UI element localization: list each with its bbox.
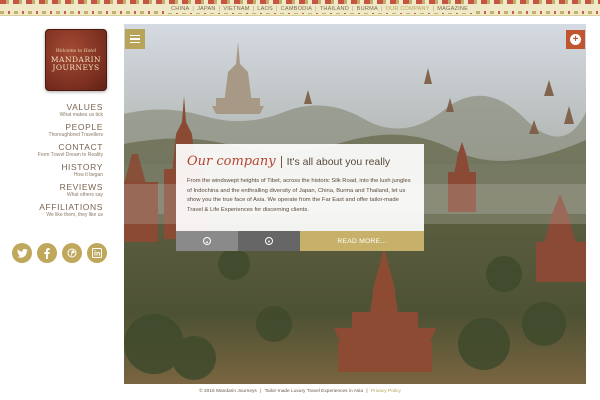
facebook-icon[interactable] [37, 243, 57, 263]
hamburger-icon-bar [130, 34, 140, 37]
top-navigation: CHINA | JAPAN | VIETNAM | LAOS | CAMBODI… [165, 4, 475, 13]
side-item-title: AFFILIATIONS [39, 202, 103, 212]
card-body-text: From the windswept heights of Tibet, acr… [187, 178, 411, 213]
previous-slide-button[interactable]: ▲ [176, 231, 238, 251]
side-item-history[interactable]: HISTORY How it began [23, 163, 103, 179]
card-title: Our company [187, 154, 276, 169]
card-heading: Our company It's all about you really [187, 154, 414, 169]
side-item-values[interactable]: VALUES What makes us tick [23, 103, 103, 119]
side-item-title: REVIEWS [59, 182, 103, 192]
side-item-title: PEOPLE [65, 122, 103, 132]
footer-copyright: © 2016 Mandarin Journeys [199, 389, 257, 394]
hamburger-icon-bar [130, 41, 140, 44]
twitter-icon[interactable] [12, 243, 32, 263]
side-item-affiliations[interactable]: AFFILIATIONS We like them, they like us [23, 203, 103, 219]
nav-burma[interactable]: BURMA [354, 6, 381, 12]
read-more-button[interactable]: READ MORE... [300, 231, 424, 251]
side-item-subtitle: We like them, they like us [46, 212, 103, 218]
social-links [12, 243, 107, 263]
side-navigation: VALUES What makes us tick PEOPLE Thoroug… [23, 103, 103, 223]
side-item-title: VALUES [66, 102, 103, 112]
side-item-subtitle: Thoroughbred Travellers [48, 132, 103, 138]
info-card: Our company It's all about you really Fr… [176, 144, 424, 231]
nav-china[interactable]: CHINA [168, 6, 192, 12]
linkedin-icon[interactable] [87, 243, 107, 263]
nav-cambodia[interactable]: CAMBODIA [278, 6, 315, 12]
nav-laos[interactable]: LAOS [254, 6, 276, 12]
nav-magazine[interactable]: MAGAZINE [434, 6, 471, 12]
nav-our-company[interactable]: OUR COMPANY [383, 6, 433, 12]
side-item-people[interactable]: PEOPLE Thoroughbred Travellers [23, 123, 103, 139]
pinterest-glyph [67, 248, 77, 258]
logo-tagline: Welcome to Hotel [55, 48, 97, 54]
linkedin-glyph [92, 248, 102, 258]
nav-thailand[interactable]: THAILAND [317, 6, 352, 12]
footer-tagline: Tailor-made Luxury Travel Experiences in… [264, 389, 364, 394]
side-item-contact[interactable]: CONTACT From Travel Dream to Reality [23, 143, 103, 159]
side-item-reviews[interactable]: REVIEWS What others say [23, 183, 103, 199]
site-footer: © 2016 Mandarin Journeys | Tailor-made L… [0, 389, 600, 394]
nav-vietnam[interactable]: VIETNAM [220, 6, 252, 12]
next-slide-button[interactable]: ▼ [238, 231, 300, 251]
nav-japan[interactable]: JAPAN [194, 6, 219, 12]
side-item-title: CONTACT [58, 142, 103, 152]
arrow-down-circle-icon: ▼ [265, 237, 273, 245]
side-item-subtitle: How it began [73, 172, 103, 178]
site-logo[interactable]: Welcome to Hotel MANDARIN JOURNEYS [45, 29, 107, 91]
side-item-title: HISTORY [61, 162, 103, 172]
footer-separator: | [260, 389, 262, 394]
side-item-subtitle: What makes us tick [59, 112, 103, 118]
side-item-subtitle: From Travel Dream to Reality [37, 152, 103, 158]
footer-separator: | [366, 389, 368, 394]
card-divider [280, 155, 282, 168]
twitter-bird-glyph [16, 248, 28, 258]
pinterest-icon[interactable] [62, 243, 82, 263]
privacy-policy-link[interactable]: Privacy Policy [371, 389, 401, 394]
side-item-subtitle: What others say [66, 192, 103, 198]
arrow-up-circle-icon: ▲ [203, 237, 211, 245]
hamburger-icon-bar [130, 38, 140, 40]
expand-plus-button[interactable]: + [566, 30, 585, 49]
card-actions: ▲ ▼ READ MORE... [176, 231, 424, 251]
card-subtitle: It's all about you really [286, 156, 391, 168]
logo-name-line2: JOURNEYS [52, 62, 100, 72]
menu-toggle-button[interactable] [125, 29, 145, 49]
plus-icon: + [570, 34, 581, 45]
facebook-f-glyph [44, 247, 50, 259]
